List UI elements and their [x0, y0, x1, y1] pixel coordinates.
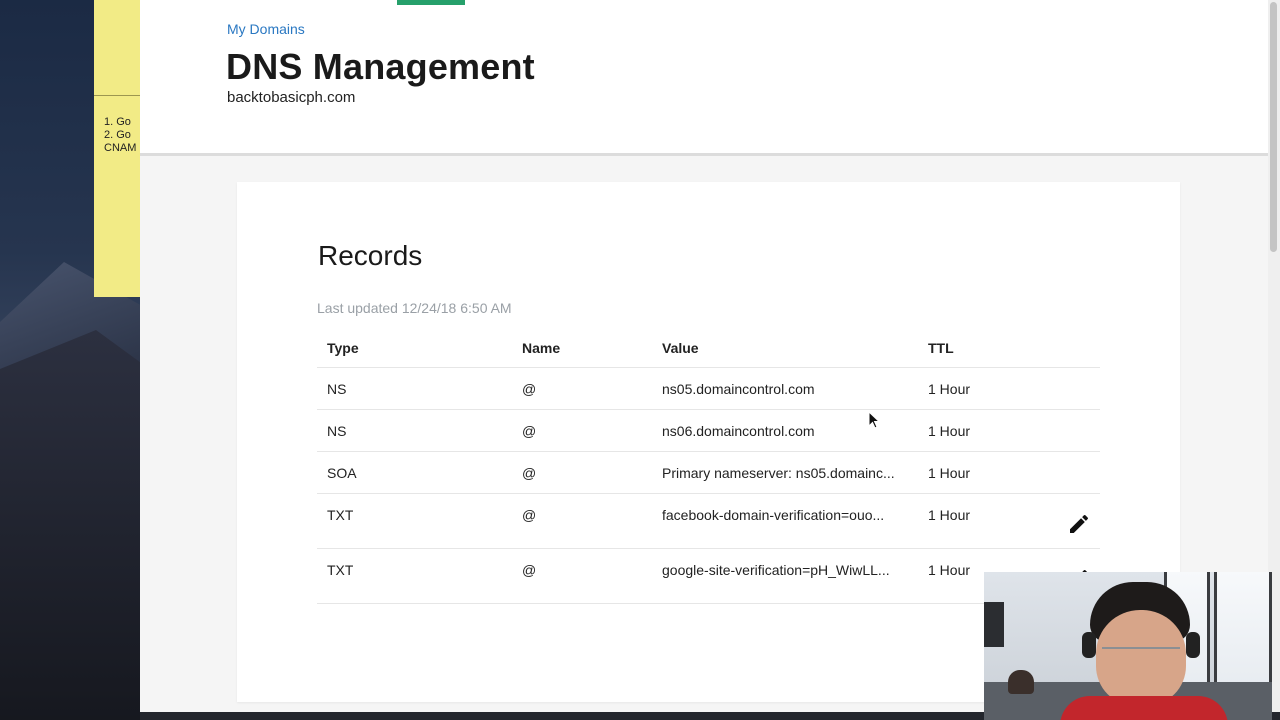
- sticky-note-text: 1. Go 2. Go CNAM: [104, 116, 137, 154]
- column-header-name[interactable]: Name: [522, 340, 560, 356]
- breadcrumb-my-domains[interactable]: My Domains: [227, 21, 305, 37]
- record-value: Primary nameserver: ns05.domainc...: [662, 465, 895, 481]
- record-type: NS: [327, 381, 347, 397]
- background-person: [1008, 670, 1034, 694]
- record-type: SOA: [327, 465, 357, 481]
- active-tab-indicator: [397, 0, 465, 5]
- record-ttl: 1 Hour: [928, 381, 971, 397]
- sticky-note-divider: [94, 95, 140, 96]
- record-ttl: 1 Hour: [928, 423, 971, 439]
- record-name: @: [522, 562, 537, 578]
- domain-name: backtobasicph.com: [227, 89, 356, 106]
- headset-earpiece: [1082, 632, 1096, 658]
- record-name: @: [522, 381, 537, 397]
- table-row[interactable]: TXT @ facebook-domain-verification=ouo..…: [317, 494, 1100, 549]
- record-name: @: [522, 423, 537, 439]
- record-ttl: 1 Hour: [928, 465, 971, 481]
- page-header: My Domains DNS Management backtobasicph.…: [140, 6, 1268, 156]
- webcam-overlay: [984, 572, 1272, 720]
- record-type: TXT: [327, 562, 354, 578]
- mouse-pointer-icon: [868, 411, 880, 429]
- record-value: google-site-verification=pH_WiwLL...: [662, 562, 890, 578]
- record-value: ns05.domaincontrol.com: [662, 381, 815, 397]
- presenter-shirt: [1060, 696, 1228, 720]
- pencil-icon[interactable]: [1067, 512, 1091, 536]
- last-updated-text: Last updated 12/24/18 6:50 AM: [317, 300, 512, 316]
- records-heading: Records: [318, 240, 423, 271]
- record-ttl: 1 Hour: [928, 507, 971, 523]
- scrollbar-thumb[interactable]: [1270, 2, 1277, 252]
- column-header-type[interactable]: Type: [327, 340, 359, 356]
- table-header-row: Type Name Value TTL: [317, 334, 1100, 368]
- presenter-glasses: [1102, 647, 1180, 671]
- column-header-value[interactable]: Value: [662, 340, 912, 356]
- record-type: NS: [327, 423, 347, 439]
- office-monitor: [984, 602, 1004, 647]
- records-table: Type Name Value TTL NS @ ns05.domaincont…: [317, 334, 1100, 604]
- page-title: DNS Management: [226, 46, 535, 87]
- table-row[interactable]: TXT @ google-site-verification=pH_WiwLL.…: [317, 549, 1100, 604]
- table-row[interactable]: SOA @ Primary nameserver: ns05.domainc..…: [317, 452, 1100, 494]
- record-type: TXT: [327, 507, 354, 523]
- column-header-ttl[interactable]: TTL: [928, 340, 954, 356]
- table-row[interactable]: NS @ ns05.domaincontrol.com 1 Hour: [317, 368, 1100, 410]
- desktop-wallpaper-shadow: [0, 330, 160, 720]
- headset-earpiece: [1186, 632, 1200, 658]
- record-name: @: [522, 465, 537, 481]
- record-value: facebook-domain-verification=ouo...: [662, 507, 885, 523]
- record-ttl: 1 Hour: [928, 562, 971, 578]
- sticky-note[interactable]: 1. Go 2. Go CNAM: [94, 0, 141, 297]
- table-row[interactable]: NS @ ns06.domaincontrol.com 1 Hour: [317, 410, 1100, 452]
- record-name: @: [522, 507, 537, 523]
